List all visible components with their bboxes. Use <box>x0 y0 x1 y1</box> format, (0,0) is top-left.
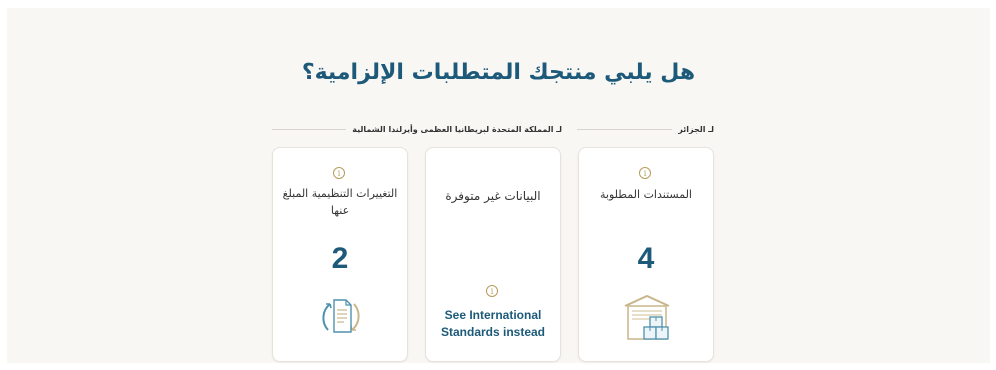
card-regulatory-changes[interactable]: i التغييرات التنظيمية المبلغ عنها 2 <box>272 147 408 362</box>
card-required-documents[interactable]: i المستندات المطلوبة 4 <box>578 147 714 362</box>
info-icon[interactable]: i <box>486 285 498 297</box>
card-label: البيانات غير متوفرة <box>445 189 541 203</box>
country-label-uk: لـ المملكة المتحدة لبريطانيا العظمى وأير… <box>272 122 562 136</box>
card-data-unavailable[interactable]: البيانات غير متوفرة i See International … <box>425 147 561 362</box>
document-refresh-icon <box>322 299 360 333</box>
info-icon[interactable]: i <box>639 167 651 179</box>
card-value: 2 <box>331 242 349 275</box>
divider-line <box>272 128 347 130</box>
warehouse-icon <box>624 294 670 340</box>
card-value: 4 <box>637 242 655 275</box>
page-title: هل يلبي منتجك المتطلبات الإلزامية؟ <box>301 60 696 85</box>
divider-line <box>577 128 673 130</box>
international-standards-link[interactable]: See International Standards instead <box>426 307 560 341</box>
requirements-panel: هل يلبي منتجك المتطلبات الإلزامية؟ لـ ال… <box>7 8 990 363</box>
card-label: المستندات المطلوبة <box>600 188 692 201</box>
country-label-algeria: لـ الجزائر <box>577 122 714 136</box>
info-icon[interactable]: i <box>333 167 345 179</box>
card-label: التغييرات التنظيمية المبلغ عنها <box>282 187 398 217</box>
